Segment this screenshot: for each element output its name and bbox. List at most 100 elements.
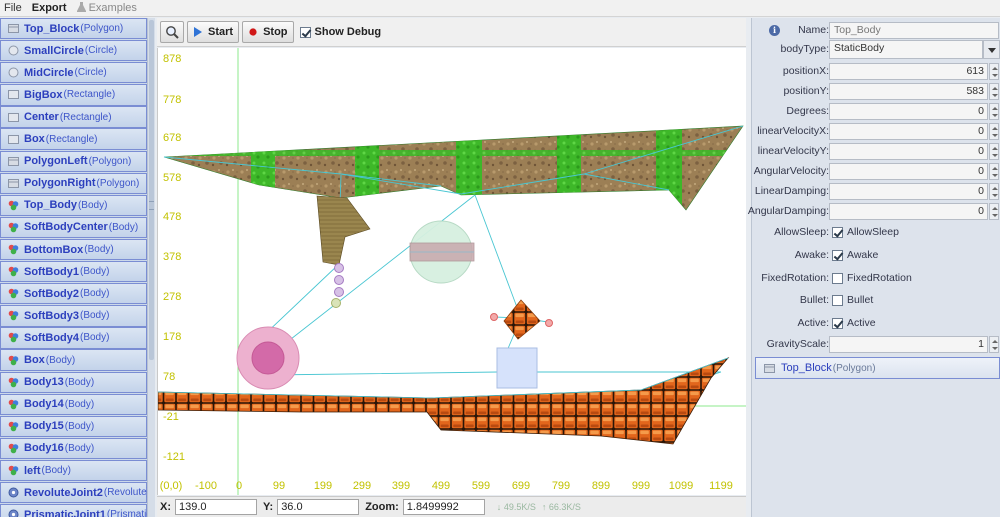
object-list-item[interactable]: SoftBody4 (Body) [0,327,147,349]
body-icon [8,333,19,343]
shape-list-item[interactable]: Top_Block (Polygon) [755,357,1000,379]
angularvelocity-field[interactable]: 0 [829,162,988,180]
angulardamping-field[interactable]: 0 [829,202,988,220]
bullet-checkbox-label: Bullet [847,294,874,306]
object-list-item[interactable]: SoftBodyCenter (Body) [0,216,147,239]
angularvelocity-spinner[interactable] [989,162,999,180]
object-list-item[interactable]: SoftBody2 (Body) [0,283,147,305]
bodytype-select[interactable]: StaticBody [829,39,983,59]
object-list-item[interactable]: Box (Rectangle) [0,128,147,150]
scrollbar-thumb[interactable] [149,20,154,360]
allowsleep-checkbox[interactable] [832,226,843,238]
x-axis-tick-label: (0,0) [160,480,183,492]
y-coordinate-field[interactable]: 36.0 [277,499,360,515]
body-icon [8,244,19,255]
x-coordinate-field[interactable]: 139.0 [175,499,257,515]
record-icon [249,28,257,36]
object-list-item[interactable]: PolygonRight (Polygon) [0,172,147,194]
object-list-item[interactable]: SoftBody1 (Body) [0,261,147,283]
name-field[interactable]: Top_Body [829,21,999,39]
body-icon [8,465,19,476]
zoom-field[interactable]: 1.8499992 [402,499,485,515]
scene-svg[interactable]: 878 778 678 578 478 378 278 178 78 -21 -121 (0,0) -… [158,48,746,495]
awake-label: Awake: [794,249,829,261]
object-list-item[interactable]: Top_Body (Body) [0,194,147,217]
object-list-item[interactable]: RevoluteJoint2 (Revolute) [0,481,147,504]
linearvelocityy-field[interactable]: 0 [829,142,988,160]
stop-button[interactable]: Stop [242,21,294,43]
gravityscale-field[interactable]: 1 [829,335,988,353]
menu-file[interactable]: File [0,2,28,14]
angulardamping-spinner[interactable] [989,202,999,220]
chevron-down-icon[interactable] [983,39,1000,59]
object-type: (Body) [64,376,95,388]
gravityscale-spinner[interactable] [989,335,999,353]
show-debug-toggle[interactable]: Show Debug [297,26,385,38]
object-list-item[interactable]: Body14 (Body) [0,393,147,415]
object-list-item[interactable]: PolygonLeft (Polygon) [0,150,147,172]
allowsleep-toggle[interactable]: AllowSleep [832,226,899,238]
object-list-scrollbar[interactable] [147,18,155,517]
menu-examples[interactable]: Examples [73,2,143,14]
bullet-checkbox[interactable] [832,294,843,306]
linearvelocityy-spinner[interactable] [989,142,999,160]
object-list-item[interactable]: Center (Rectangle) [0,106,147,128]
circle-icon [8,67,19,78]
shape-name: Top_Block [781,362,832,374]
joint-icon [8,509,19,517]
object-type: (Body) [80,288,110,300]
object-name: Body16 [24,442,64,455]
positionx-spinner[interactable] [989,62,999,80]
rectangle-icon [8,134,19,144]
zoom-button[interactable] [160,21,184,43]
object-type: (Body) [80,310,110,322]
circle-icon [8,45,19,56]
object-list-item[interactable]: Top_Block (Polygon) [0,18,147,40]
x-axis-tick-labels: (0,0) -100 0 99 199 299 399 499 599 699 799 899 999 1… [160,480,733,492]
object-name: Body15 [24,420,64,433]
object-list-item[interactable]: Body15 (Body) [0,415,147,437]
active-label: Active: [797,317,829,329]
x-label: X: [160,501,171,513]
object-list-item[interactable]: BigBox (Rectangle) [0,84,147,106]
object-name: PolygonLeft [24,155,88,168]
scene-canvas[interactable]: 878 778 678 578 478 378 278 178 78 -21 -121 (0,0) -… [157,48,746,495]
menu-export[interactable]: Export [28,2,73,14]
object-list-item[interactable]: left (Body) [0,459,147,482]
object-list-item[interactable]: Box (Body) [0,349,147,371]
object-list-item[interactable]: SmallCircle (Circle) [0,40,147,62]
lineardamping-field[interactable]: 0 [829,182,988,200]
fixedrot-checkbox[interactable] [832,272,843,284]
positiony-spinner[interactable] [989,82,999,100]
active-toggle[interactable]: Active [832,317,876,329]
degrees-label: Degrees: [786,105,829,117]
object-type: (Circle) [74,67,107,79]
degrees-spinner[interactable] [989,102,999,120]
object-list: Top_Block (Polygon) SmallCircle (Circle) Mid… [0,18,147,517]
object-list-item[interactable]: Body16 (Body) [0,437,147,460]
object-list-item[interactable]: SoftBody3 (Body) [0,305,147,327]
linearvelocityx-field[interactable]: 0 [829,122,988,140]
awake-checkbox-label: Awake [847,249,879,261]
linearvelocityx-spinner[interactable] [989,122,999,140]
object-list-item[interactable]: PrismaticJoint1(Prismatic) [0,504,147,517]
degrees-field[interactable]: 0 [829,102,988,120]
awake-toggle[interactable]: Awake [832,249,878,261]
lineardamping-spinner[interactable] [989,182,999,200]
x-axis-tick-label: 799 [552,480,570,492]
bullet-toggle[interactable]: Bullet [832,294,873,306]
object-list-item[interactable]: Body13 (Body) [0,371,147,393]
small-circle [251,341,285,375]
active-checkbox[interactable] [832,317,843,329]
positiony-field[interactable]: 583 [829,82,988,100]
object-list-item[interactable]: MidCircle (Circle) [0,62,147,84]
allowsleep-checkbox-label: AllowSleep [847,226,899,238]
fixedrot-toggle[interactable]: FixedRotation [832,272,912,284]
start-button[interactable]: Start [187,21,240,43]
revolute-anchor-right [545,319,553,327]
positionx-field[interactable]: 613 [829,62,988,80]
awake-checkbox[interactable] [832,249,843,261]
object-type: (Rectangle) [59,111,112,123]
show-debug-checkbox[interactable] [299,26,311,38]
object-list-item[interactable]: BottomBox (Body) [0,238,147,261]
